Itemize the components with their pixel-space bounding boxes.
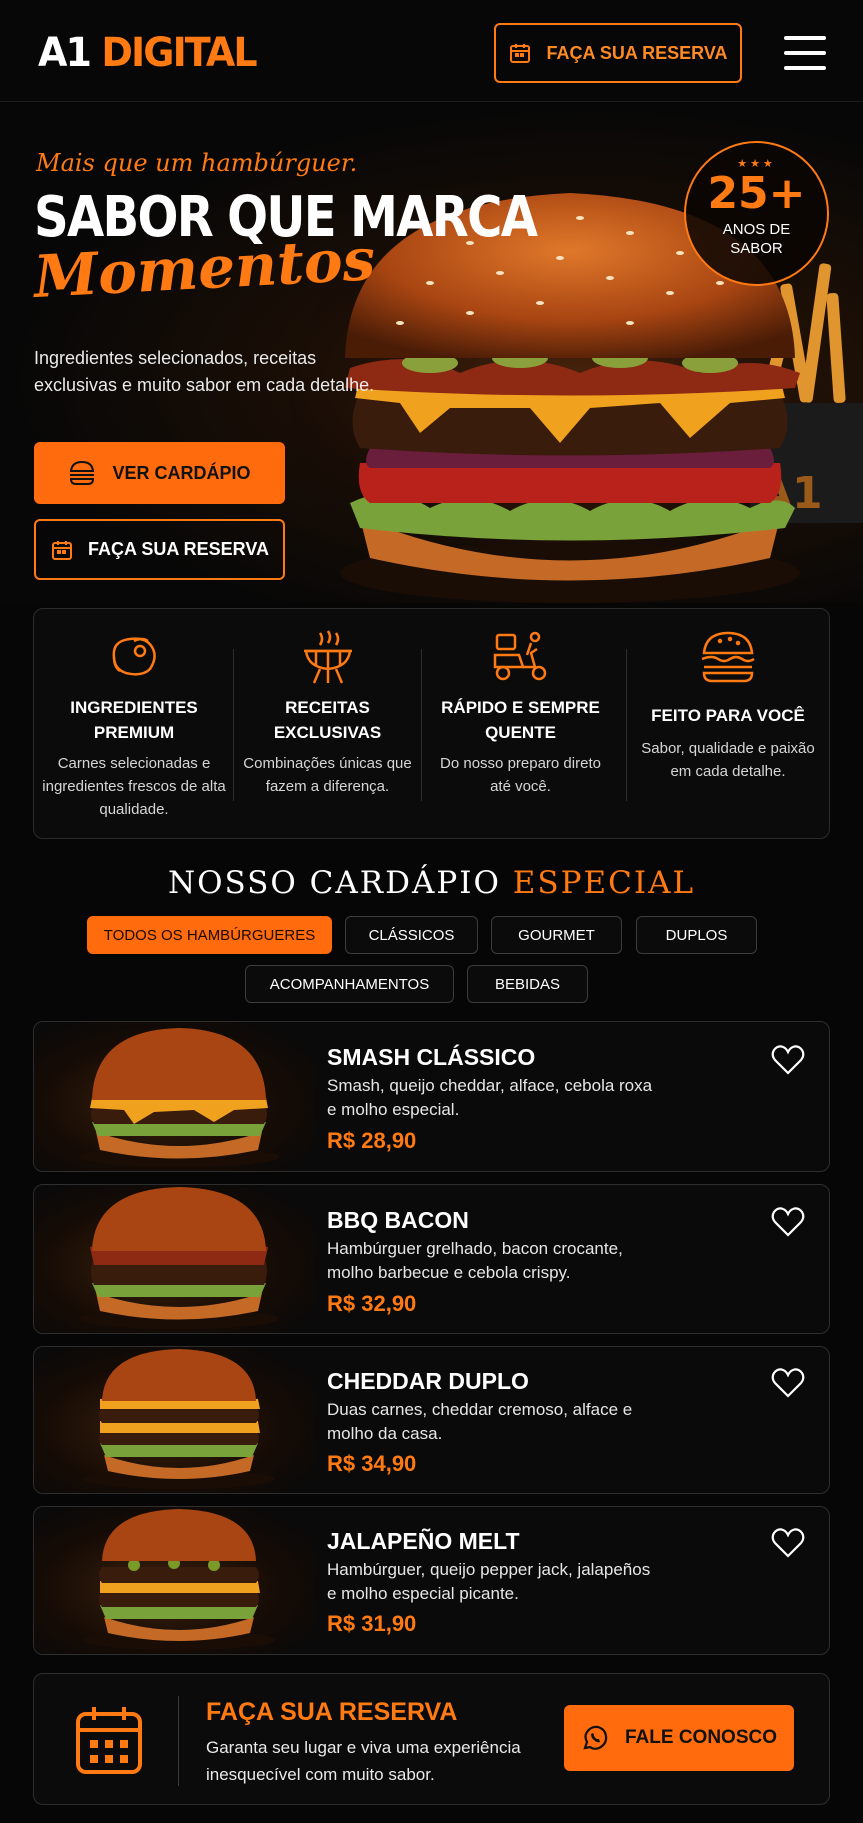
logo-digital: DIGITAL [101,30,257,76]
burger-icon [70,460,95,485]
item-name: CHEDDAR DUPLO [327,1368,529,1394]
category-tab-classics[interactable]: CLÁSSICOS [345,916,478,954]
menu-title-white: NOSSO CARDÁPIO [167,865,501,901]
category-tab-sides[interactable]: ACOMPANHAMENTOS [245,965,454,1003]
feature-text: Do nosso preparo direto até você. [440,755,601,795]
calendar-icon [510,44,531,63]
hero-tagline: Mais que um hambúrguer. [36,149,358,177]
menu-title-orange: ESPECIAL [512,865,696,901]
reservation-description: Garanta seu lugar e viva uma experiência… [206,1738,521,1784]
item-price: R$ 34,90 [327,1451,417,1476]
years-badge: ★★★ 25+ ANOS DE SABOR [684,141,829,286]
hero-reserve-label: FAÇA SUA RESERVA [87,539,270,559]
category-tab-drinks[interactable]: BEBIDAS [467,965,588,1003]
badge-number: 25+ [707,168,806,219]
item-description: Hambúrguer, queijo pepper jack, jalapeño… [327,1560,651,1603]
heart-icon[interactable] [771,1044,805,1076]
menu-item-card[interactable]: SMASH CLÁSSICO Smash, queijo cheddar, al… [33,1021,830,1172]
features-panel: INGREDIENTES PREMIUM Carnes selecionadas… [33,608,830,839]
category-tab-doubles[interactable]: DUPLOS [636,916,757,954]
feature-title: FEITO PARA VOCÊ [651,706,805,725]
badge-line2: SABOR [730,240,783,257]
feature-item: FEITO PARA VOCÊ Sabor, qualidade e paixã… [627,609,829,840]
burger-icon [701,631,755,683]
menu-section-title: NOSSO CARDÁPIO ESPECIAL [0,865,863,901]
feature-text: Sabor, qualidade e paixão em cada detalh… [641,740,815,780]
category-tab-gourmet[interactable]: GOURMET [491,916,622,954]
category-tab-all[interactable]: TODOS OS HAMBÚRGUERES [87,916,332,954]
divider [178,1696,179,1786]
item-price: R$ 28,90 [327,1128,417,1153]
grill-icon [303,630,352,684]
heart-icon[interactable] [771,1367,805,1399]
item-description: Smash, queijo cheddar, alface, cebola ro… [327,1076,653,1119]
site-header: A1 DIGITAL FAÇA SUA RESERVA [0,0,863,102]
header-reserve-button[interactable]: FAÇA SUA RESERVA [494,23,742,83]
feature-title: RECEITAS EXCLUSIVAS [273,698,382,742]
view-menu-label: VER CARDÁPIO [112,462,251,483]
feature-text: Combinações únicas que fazem a diferença… [243,755,412,795]
reservation-title: FAÇA SUA RESERVA [206,1698,458,1726]
menu-item-card[interactable]: JALAPEÑO MELT Hambúrguer, queijo pepper … [33,1506,830,1655]
header-reserve-label: FAÇA SUA RESERVA [546,42,728,63]
reservation-cta: FAÇA SUA RESERVA Garanta seu lugar e viv… [33,1673,830,1805]
calendar-icon [51,540,72,560]
feature-title: RÁPIDO E SEMPRE QUENTE [441,698,600,742]
whatsapp-icon [583,1725,608,1750]
feature-item: RECEITAS EXCLUSIVAS Combinações únicas q… [234,609,421,840]
item-description: Duas carnes, cheddar cremoso, alface e m… [327,1400,633,1443]
burger-photo [34,1507,314,1654]
menu-item-card[interactable]: BBQ BACON Hambúrguer grelhado, bacon cro… [33,1184,830,1334]
item-name: SMASH CLÁSSICO [327,1044,536,1070]
item-description: Hambúrguer grelhado, bacon crocante, mol… [327,1239,623,1282]
heart-icon[interactable] [771,1527,805,1559]
hero-description: Ingredientes selecionados, receitas excl… [34,348,375,395]
badge-line1: ANOS DE [722,221,791,238]
item-name: BBQ BACON [327,1207,469,1233]
delivery-scooter-icon [493,631,546,681]
heart-icon[interactable] [771,1206,805,1238]
item-price: R$ 31,90 [327,1611,417,1636]
view-menu-button[interactable]: VER CARDÁPIO [34,442,285,504]
menu-hamburger-icon[interactable] [784,36,826,70]
logo-a1: A1 [38,30,92,76]
burger-photo [34,1022,314,1171]
feature-title: INGREDIENTES PREMIUM [70,698,198,742]
burger-photo [34,1347,314,1493]
item-name: JALAPEÑO MELT [327,1528,520,1554]
feature-item: INGREDIENTES PREMIUM Carnes selecionadas… [34,609,234,840]
calendar-icon [76,1707,142,1774]
contact-button-label: FALE CONOSCO [624,1727,777,1748]
menu-item-card[interactable]: CHEDDAR DUPLO Duas carnes, cheddar cremo… [33,1346,830,1494]
logo[interactable]: A1 DIGITAL [38,30,258,76]
burger-photo [34,1185,314,1333]
steak-icon [112,637,156,676]
feature-text: Carnes selecionadas e ingredientes fresc… [42,755,226,818]
contact-button[interactable]: FALE CONOSCO [564,1705,794,1771]
hero-reserve-button[interactable]: FAÇA SUA RESERVA [34,519,285,580]
feature-item: RÁPIDO E SEMPRE QUENTE Do nosso preparo … [422,609,619,840]
item-price: R$ 32,90 [327,1291,417,1316]
